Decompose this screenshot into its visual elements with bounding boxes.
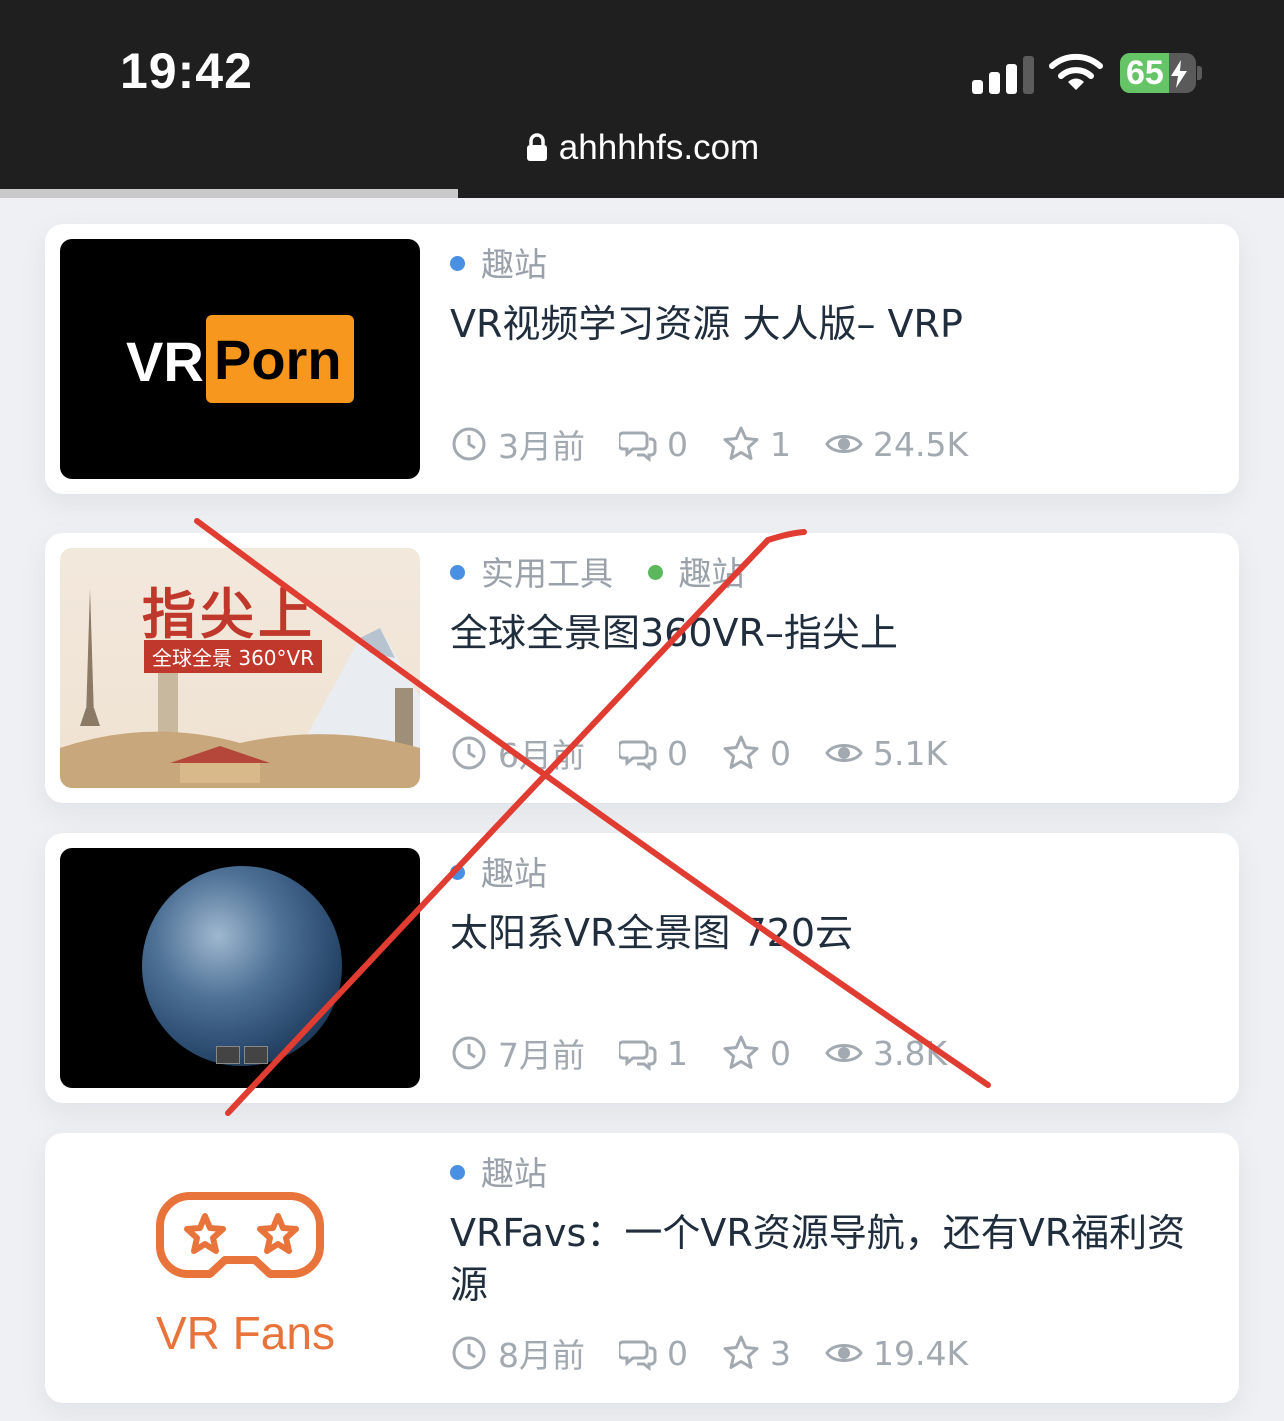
tag-dot: [450, 865, 465, 880]
post-tags: 趣站: [450, 238, 571, 286]
logo-text-porn: Porn: [214, 328, 342, 391]
tag[interactable]: 趣站: [450, 847, 547, 895]
logo-badge: Porn: [206, 315, 354, 403]
post-thumbnail[interactable]: 指尖上 全球全景 360°VR: [60, 548, 420, 788]
lock-icon: [526, 133, 547, 161]
thumb-title: 指尖上: [142, 583, 316, 646]
clock-icon: [452, 1336, 486, 1370]
star-icon: [723, 1335, 759, 1369]
eye-icon: [825, 435, 863, 453]
charging-bolt-icon: [1171, 60, 1187, 88]
tag-label: 趣站: [678, 554, 745, 593]
star-count: 0: [770, 1033, 791, 1073]
post-card[interactable]: VR Fans 趣站 VRFavs：一个VR资源导航，还有VR福利资源 8月前 …: [45, 1133, 1239, 1403]
view-count: 24.5K: [873, 424, 969, 464]
star-count: 0: [770, 733, 791, 773]
star-icon: [723, 735, 759, 769]
clock-icon: [452, 736, 486, 770]
address-bar[interactable]: ahhhhfs.com: [0, 128, 1284, 168]
comment-icon: [619, 1040, 657, 1072]
view-count: 5.1K: [873, 733, 948, 773]
star-icon: [723, 426, 759, 460]
post-title[interactable]: VRFavs：一个VR资源导航，还有VR福利资源: [450, 1207, 1219, 1311]
earth-globe: [142, 866, 342, 1066]
post-tags: 趣站: [450, 1147, 571, 1195]
url-text: ahhhhfs.com: [558, 128, 760, 167]
post-meta: 8月前 0 3 19.4K: [450, 1329, 1002, 1377]
comment-icon: [619, 740, 657, 772]
tag-label: 趣站: [481, 1154, 547, 1193]
battery-icon: 65: [1120, 53, 1196, 93]
tag[interactable]: 趣站: [450, 1147, 547, 1195]
post-card[interactable]: VR Porn 趣站 VR视频学习资源 大人版– VRP 3月前 0 1 24.…: [45, 224, 1239, 494]
tag[interactable]: 趣站: [450, 238, 547, 286]
eye-icon: [825, 1344, 863, 1362]
post-meta: 6月前 0 0 5.1K: [450, 729, 981, 777]
post-card[interactable]: 趣站 太阳系VR全景图 720云 7月前 1 0 3.8K: [45, 833, 1239, 1103]
post-title[interactable]: 全球全景图360VR–指尖上: [450, 607, 1219, 659]
clock-icon: [452, 427, 486, 461]
tag-dot: [450, 256, 465, 271]
mini-thumb: [244, 1046, 268, 1064]
wifi-icon: [1049, 53, 1103, 90]
tag-dot: [450, 565, 465, 580]
post-time: 8月前: [498, 1336, 585, 1375]
page-load-progress: [0, 189, 459, 198]
comment-icon: [619, 431, 657, 463]
status-and-url-bar: 19:42 65 ahhhhfs.com: [0, 0, 1284, 198]
logo-text-vr: VR: [126, 330, 204, 393]
comment-count: 1: [667, 1033, 688, 1073]
clock-icon: [452, 1036, 486, 1070]
post-thumbnail[interactable]: [60, 848, 420, 1088]
comment-count: 0: [667, 424, 688, 464]
tag-dot: [647, 565, 663, 580]
post-time: 6月前: [498, 736, 585, 775]
post-thumbnail[interactable]: VR Porn: [60, 239, 420, 479]
cellular-signal-icon: [972, 56, 1034, 94]
tag[interactable]: 实用工具: [450, 547, 613, 595]
comment-count: 0: [667, 733, 688, 773]
post-meta: 7月前 1 0 3.8K: [450, 1029, 981, 1077]
post-time: 7月前: [498, 1036, 585, 1075]
view-count: 19.4K: [873, 1333, 969, 1373]
post-tags: 实用工具 趣站: [450, 547, 769, 595]
post-time: 3月前: [498, 427, 585, 466]
mini-thumb: [216, 1046, 240, 1064]
post-title[interactable]: 太阳系VR全景图 720云: [450, 907, 1219, 959]
tag-dot: [450, 1165, 465, 1180]
post-thumbnail[interactable]: VR Fans: [60, 1148, 420, 1388]
tag-label: 实用工具: [481, 554, 613, 593]
post-card[interactable]: 指尖上 全球全景 360°VR 实用工具 趣站 全球全景图360VR–指尖上 6…: [45, 533, 1239, 803]
post-title[interactable]: VR视频学习资源 大人版– VRP: [450, 298, 1219, 350]
comment-icon: [619, 1340, 657, 1372]
post-tags: 趣站: [450, 847, 571, 895]
star-icon: [723, 1035, 759, 1069]
tag[interactable]: 趣站: [647, 547, 745, 595]
eye-icon: [825, 744, 863, 762]
thumb-logo-text: VR Fans: [156, 1307, 335, 1359]
battery-nub: [1197, 66, 1202, 80]
status-time: 19:42: [120, 43, 253, 99]
eye-icon: [825, 1044, 863, 1062]
comment-count: 0: [667, 1333, 688, 1373]
tag-label: 趣站: [481, 245, 547, 284]
view-count: 3.8K: [873, 1033, 948, 1073]
star-count: 3: [770, 1333, 791, 1373]
tag-label: 趣站: [481, 854, 547, 893]
star-count: 1: [770, 424, 791, 464]
battery-percent: 65: [1126, 54, 1164, 92]
thumb-subtitle: 全球全景 360°VR: [144, 640, 323, 673]
post-meta: 3月前 0 1 24.5K: [450, 420, 1002, 468]
